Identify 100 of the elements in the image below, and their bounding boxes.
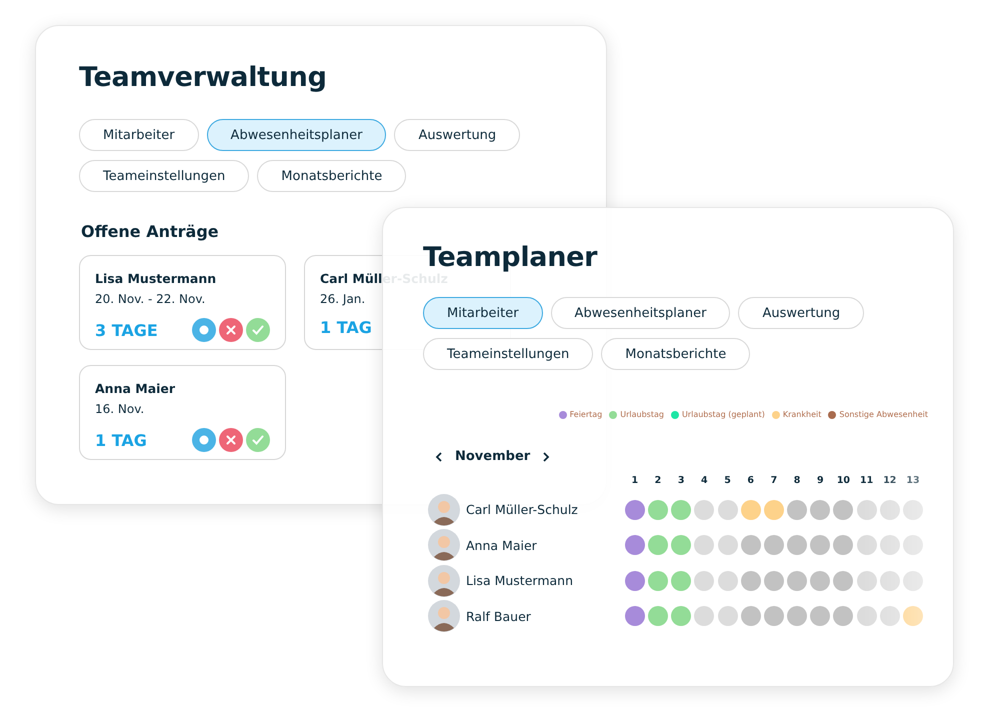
day-status-dot[interactable] xyxy=(718,606,738,626)
day-number: 9 xyxy=(816,474,825,486)
day-number: 5 xyxy=(723,474,732,486)
day-number: 12 xyxy=(882,474,898,486)
day-number: 1 xyxy=(630,474,640,486)
day-status-dot[interactable] xyxy=(856,606,877,626)
avatar-icon xyxy=(428,600,460,632)
member-name: Carl Müller-Schulz xyxy=(466,502,578,518)
day-status-dot[interactable] xyxy=(671,535,692,556)
request-dates: 26. Jan. xyxy=(320,292,366,306)
request-name: Anna Maier xyxy=(95,381,176,396)
request-name: Lisa Mustermann xyxy=(95,271,218,286)
request-dates: 20. Nov. - 22. Nov. xyxy=(95,292,206,306)
day-status-dot[interactable] xyxy=(833,606,854,626)
day-status-dot[interactable] xyxy=(694,500,714,520)
day-status-dot[interactable] xyxy=(833,500,854,520)
member-name: Anna Maier xyxy=(466,538,537,553)
day-status-dot[interactable] xyxy=(856,535,877,556)
day-status-dot[interactable] xyxy=(740,535,761,556)
legend-label: Krankheit xyxy=(782,410,822,419)
day-status-dot[interactable] xyxy=(810,535,830,556)
day-status-dot[interactable] xyxy=(764,500,784,520)
avatar-icon xyxy=(428,529,460,562)
day-status-dot[interactable] xyxy=(810,500,830,520)
tab[interactable]: Abwesenheitsplaner xyxy=(550,297,730,329)
approve-icon[interactable] xyxy=(246,428,270,452)
day-status-dot[interactable] xyxy=(718,535,738,556)
member-name: Ralf Bauer xyxy=(466,608,531,624)
tab[interactable]: Teameinstellungen xyxy=(423,338,594,370)
day-status-dot[interactable] xyxy=(648,570,668,591)
day-status-dot[interactable] xyxy=(694,535,714,556)
day-status-dot[interactable] xyxy=(671,570,692,591)
day-status-dot[interactable] xyxy=(624,500,645,520)
reject-icon[interactable] xyxy=(219,318,243,342)
day-status-dot[interactable] xyxy=(880,535,900,556)
tab[interactable]: Auswertung xyxy=(738,297,864,329)
day-number: 4 xyxy=(700,474,709,486)
tab[interactable]: Monatsberichte xyxy=(257,160,406,192)
day-status-dot[interactable] xyxy=(624,606,645,626)
day-status-dot[interactable] xyxy=(787,535,808,556)
day-status-dot[interactable] xyxy=(903,535,923,556)
tab[interactable]: Auswertung xyxy=(394,119,520,151)
member-name: Lisa Mustermann xyxy=(466,573,573,588)
pending-icon[interactable] xyxy=(192,318,216,342)
day-status-dot[interactable] xyxy=(648,500,668,520)
day-status-dot[interactable] xyxy=(624,570,645,591)
day-status-dot[interactable] xyxy=(856,500,877,520)
day-number: 2 xyxy=(654,474,662,486)
day-status-dot[interactable] xyxy=(764,570,784,591)
day-status-dot[interactable] xyxy=(903,606,923,626)
day-status-dot[interactable] xyxy=(624,535,645,556)
day-status-dot[interactable] xyxy=(833,535,854,556)
day-status-dot[interactable] xyxy=(648,535,668,556)
day-status-dot[interactable] xyxy=(880,500,900,520)
tab[interactable]: Mitarbeiter xyxy=(423,297,543,329)
day-status-dot[interactable] xyxy=(694,570,714,591)
day-status-dot[interactable] xyxy=(740,606,761,626)
tab[interactable]: Monatsberichte xyxy=(601,338,750,370)
legend-label: Urlaubstag (geplant) xyxy=(682,410,765,419)
day-number: 6 xyxy=(746,474,755,486)
request-dates: 16. Nov. xyxy=(95,402,146,416)
day-status-dot[interactable] xyxy=(764,535,784,556)
legend-label: Sonstige Abwesenheit xyxy=(839,410,928,419)
tab[interactable]: Mitarbeiter xyxy=(79,119,199,151)
day-status-dot[interactable] xyxy=(648,606,668,626)
day-status-dot[interactable] xyxy=(833,570,854,591)
day-status-dot[interactable] xyxy=(671,606,692,626)
day-status-dot[interactable] xyxy=(856,570,877,591)
reject-icon[interactable] xyxy=(219,428,243,452)
day-number: 13 xyxy=(905,474,921,486)
legend-label: Urlaubstag xyxy=(620,410,664,419)
day-status-dot[interactable] xyxy=(787,570,808,591)
day-number: 11 xyxy=(859,474,874,486)
legend-label: Feiertag xyxy=(570,410,602,419)
day-status-dot[interactable] xyxy=(787,606,808,626)
approve-icon[interactable] xyxy=(246,318,270,342)
request-duration: 3 TAGE xyxy=(95,320,158,340)
day-status-dot[interactable] xyxy=(740,500,761,520)
tab[interactable]: Abwesenheitsplaner xyxy=(206,119,386,151)
request-duration: 1 TAG xyxy=(320,318,372,337)
day-status-dot[interactable] xyxy=(903,570,923,591)
month-label: November xyxy=(455,449,530,464)
day-status-dot[interactable] xyxy=(880,606,900,626)
day-status-dot[interactable] xyxy=(718,570,738,591)
day-number: 3 xyxy=(676,474,686,486)
day-status-dot[interactable] xyxy=(694,606,714,626)
day-status-dot[interactable] xyxy=(810,570,830,591)
day-status-dot[interactable] xyxy=(810,606,830,626)
day-number: 10 xyxy=(836,474,852,486)
pending-icon[interactable] xyxy=(192,428,216,452)
day-status-dot[interactable] xyxy=(787,500,808,520)
day-number: 8 xyxy=(792,474,802,486)
day-status-dot[interactable] xyxy=(671,500,692,520)
day-status-dot[interactable] xyxy=(718,500,738,520)
day-status-dot[interactable] xyxy=(880,570,900,591)
day-status-dot[interactable] xyxy=(740,570,761,591)
tab[interactable]: Teameinstellungen xyxy=(79,160,250,192)
day-status-dot[interactable] xyxy=(764,606,784,626)
window-title: Teamverwaltung xyxy=(79,64,328,91)
day-status-dot[interactable] xyxy=(903,500,923,520)
